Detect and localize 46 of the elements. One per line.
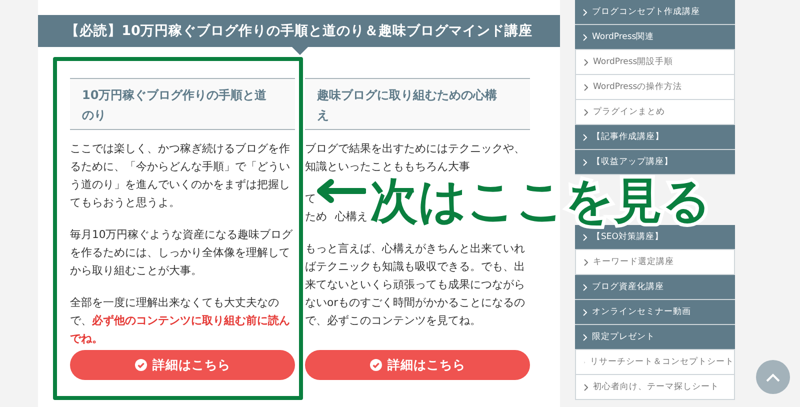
chevron-right-icon (583, 34, 587, 40)
chevron-right-icon (583, 284, 587, 290)
paragraph: もっと言えば、心構えがきちんと出来ていればテクニックも知識も吸収できる。でも、出来てないといくら頑張っても成果につながらないorものすごく時間がかかることになるので、必ずこのコンテンツを見てね。 (305, 241, 526, 329)
paragraph: ブログで結果を出すためにはテクニックや、知識といったことももちろん大事 (305, 141, 526, 175)
scroll-to-top-button[interactable] (756, 360, 790, 394)
sidebar-item[interactable]: 【収益アップ講座】 (575, 150, 735, 175)
check-circle-icon (370, 359, 382, 371)
chevron-right-icon (584, 58, 588, 66)
sidebar-item[interactable]: キーワード選定講座 (575, 250, 735, 275)
sidebar-item[interactable]: WordPress関連 (575, 25, 735, 50)
text-fragment: て (305, 191, 316, 207)
sidebar-item[interactable]: リサーチシート＆コンセプトシート (575, 350, 735, 375)
chevron-right-icon (583, 8, 587, 16)
annotation-arrow-icon (316, 179, 366, 203)
chevron-right-icon (583, 334, 587, 340)
paragraph: ここでは楽しく、かつ稼ぎ続けるブログを作るために、「今からどんな手順」で「どういう道のり」を進んでいくのかをまずは把握してもらおうと思うよ。 (70, 141, 291, 211)
chevron-right-icon (584, 108, 588, 116)
chevron-right-icon (583, 158, 587, 166)
card-title: 趣味ブログに取り組むための心構え (305, 78, 530, 130)
sidebar-item[interactable]: 【記事作成講座】 (575, 125, 735, 150)
chevron-right-icon (584, 384, 588, 390)
section-title: 【必読】10万円稼ぐブログ作りの手順と道のり＆趣味ブログマインド講座 (66, 23, 532, 39)
paragraph: 毎月10万円稼ぐような資産になる趣味ブログを作るためには、しっかり全体像を理解してから取り組むことが大事。 (70, 227, 294, 279)
sidebar-item[interactable]: 初心者向け、テーマ探しシート (575, 375, 735, 400)
details-button[interactable]: 詳細はこちら (305, 350, 530, 380)
chevron-right-icon (583, 308, 587, 316)
check-circle-icon (134, 359, 146, 371)
sidebar-item[interactable]: 限定プレゼント (575, 325, 735, 350)
paragraph: 全部を一度に理解出来なくても大丈夫なので、必ず他のコンテンツに取り組む前に読んでね。 (70, 295, 291, 347)
chevron-right-icon (583, 134, 587, 140)
chevron-right-icon (584, 258, 588, 266)
sidebar-item[interactable]: WordPress開設手順 (575, 50, 735, 75)
sidebar-item[interactable]: ブログコンセプト作成講座 (575, 0, 735, 25)
text-fragment: ため (305, 209, 327, 225)
sidebar-item[interactable]: オンラインセミナー動画 (575, 300, 735, 325)
details-button[interactable]: 詳細はこちら (70, 350, 295, 380)
text-fragment: 心構え (335, 209, 368, 225)
annotation-text: 次はここを見る (370, 178, 711, 224)
card-title: 10万円稼ぐブログ作りの手順と道のり (70, 78, 295, 130)
chevron-right-icon (584, 84, 588, 90)
chevron-up-icon (766, 372, 780, 382)
sidebar-item[interactable]: プラグインまとめ (575, 100, 735, 125)
sidebar-item[interactable]: WordPressの操作方法 (575, 75, 735, 100)
chevron-right-icon (583, 234, 587, 240)
sidebar-item[interactable]: ブログ資産化講座 (575, 275, 735, 300)
sidebar-item[interactable]: 【SEO対策講座】 (575, 225, 735, 250)
